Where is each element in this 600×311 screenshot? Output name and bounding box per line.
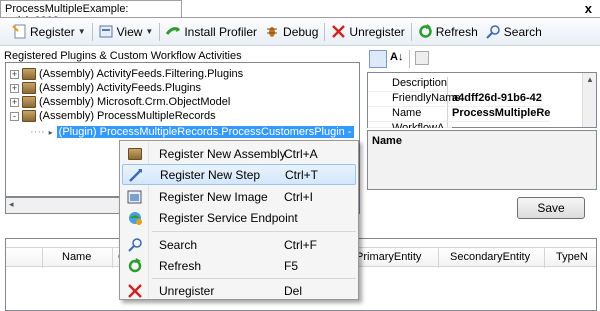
property-pages-icon[interactable] <box>415 51 429 65</box>
title-bar: ProcessMultipleExample: article0808 x <box>0 0 600 27</box>
refresh-icon <box>418 24 433 39</box>
menu-item-register-new-image[interactable]: Register New Image Ctrl+I <box>122 186 356 207</box>
alphabetical-icon[interactable]: A↓ <box>390 51 403 63</box>
menu-item-register-new-assembly[interactable]: Register New Assembly Ctrl+A <box>122 143 356 164</box>
menu-item-unregister[interactable]: Unregister Del <box>122 280 356 301</box>
assembly-icon <box>127 146 143 162</box>
expand-arrow-icon: ▸ <box>48 127 53 137</box>
install-profiler-button[interactable]: Install Profiler <box>166 24 257 39</box>
column-primary-entity[interactable]: PrimaryEntity <box>356 251 421 263</box>
tree-connector: ···· <box>30 126 45 138</box>
image-icon <box>127 189 143 205</box>
save-button[interactable]: Save <box>517 197 585 219</box>
search-button[interactable]: Search <box>486 24 542 39</box>
assembly-icon <box>22 68 36 80</box>
refresh-icon <box>127 257 143 274</box>
menu-separator <box>152 231 356 232</box>
document-tab[interactable]: ProcessMultipleExample: article0808 <box>0 0 182 27</box>
assembly-icon <box>22 110 36 122</box>
tree-node-processmultiplerecords[interactable]: - (Assembly) ProcessMultipleRecords <box>10 109 216 123</box>
main-toolbar: Register ▼ View ▼ Install Profiler Debug U… <box>0 18 600 46</box>
tree-node-activityfeeds-filtering[interactable]: + (Assembly) ActivityFeeds.Filtering.Plu… <box>10 67 243 81</box>
property-row[interactable]: WorkflowA <box>368 122 584 128</box>
registered-plugins-label: Registered Plugins & Custom Workflow Act… <box>4 50 242 62</box>
divider <box>438 248 439 268</box>
property-row[interactable]: Description <box>368 77 584 92</box>
expand-icon[interactable]: + <box>10 69 19 79</box>
menu-item-refresh[interactable]: Refresh F5 <box>122 255 356 276</box>
expand-icon[interactable]: + <box>10 83 19 93</box>
property-description: Name <box>367 130 597 190</box>
assembly-icon <box>22 96 36 108</box>
divider <box>409 50 410 68</box>
context-menu: Register New Assembly Ctrl+A Register Ne… <box>119 140 359 300</box>
tree-node-crm-objectmodel[interactable]: + (Assembly) Microsoft.Crm.ObjectModel <box>10 95 230 109</box>
menu-item-search[interactable]: Search Ctrl+F <box>122 234 356 255</box>
unregister-button[interactable]: Unregister <box>331 24 405 39</box>
scroll-up-icon[interactable]: ▲ <box>586 75 594 84</box>
view-icon <box>99 24 114 39</box>
column-name[interactable]: Name <box>62 251 91 263</box>
scroll-left-icon[interactable]: ◂ <box>9 199 14 210</box>
menu-separator <box>152 278 356 279</box>
step-icon <box>128 167 144 183</box>
expand-icon[interactable]: + <box>10 97 19 107</box>
bug-icon <box>265 24 280 39</box>
categorized-icon[interactable] <box>369 50 387 68</box>
debug-button[interactable]: Debug <box>265 24 318 39</box>
service-endpoint-icon <box>127 210 143 226</box>
divider <box>42 248 43 268</box>
vertical-scrollbar[interactable]: ▲ <box>582 73 596 127</box>
tree-node-activityfeeds-plugins[interactable]: + (Assembly) ActivityFeeds.Plugins <box>10 81 201 95</box>
assembly-icon <box>22 82 36 94</box>
divider <box>91 22 93 41</box>
collapse-icon[interactable]: - <box>10 111 19 121</box>
close-icon[interactable]: x <box>585 1 592 16</box>
register-button[interactable]: Register ▼ <box>12 24 86 39</box>
unregister-icon <box>127 283 143 299</box>
property-toolbar: A↓ <box>367 48 597 70</box>
tree-node-plugin-selected[interactable]: ···· ▸ (Plugin) ProcessMultipleRecords.P… <box>30 125 354 139</box>
profiler-icon <box>166 24 181 39</box>
property-row[interactable]: Name ProcessMultipleRe <box>368 107 584 122</box>
chevron-down-icon: ▼ <box>77 27 86 36</box>
menu-item-register-new-step[interactable]: Register New Step Ctrl+T <box>122 164 356 185</box>
menu-item-register-service-endpoint[interactable]: Register Service Endpoint <box>122 207 356 228</box>
register-icon <box>12 24 27 39</box>
divider <box>544 248 545 268</box>
refresh-button[interactable]: Refresh <box>418 24 478 39</box>
divider <box>410 22 412 41</box>
divider <box>159 22 161 41</box>
column-type-name[interactable]: TypeN <box>556 251 588 263</box>
unregister-icon <box>331 24 346 39</box>
column-secondary-entity[interactable]: SecondaryEntity <box>450 251 530 263</box>
search-icon <box>486 24 501 39</box>
view-button[interactable]: View ▼ <box>99 24 154 39</box>
search-icon <box>127 237 143 253</box>
divider <box>112 248 113 268</box>
chevron-down-icon: ▼ <box>145 27 154 36</box>
property-row[interactable]: FriendlyName a4dff26d-91b6-42 <box>368 92 584 107</box>
property-grid[interactable]: Description FriendlyName a4dff26d-91b6-4… <box>367 72 597 128</box>
divider <box>324 22 326 41</box>
